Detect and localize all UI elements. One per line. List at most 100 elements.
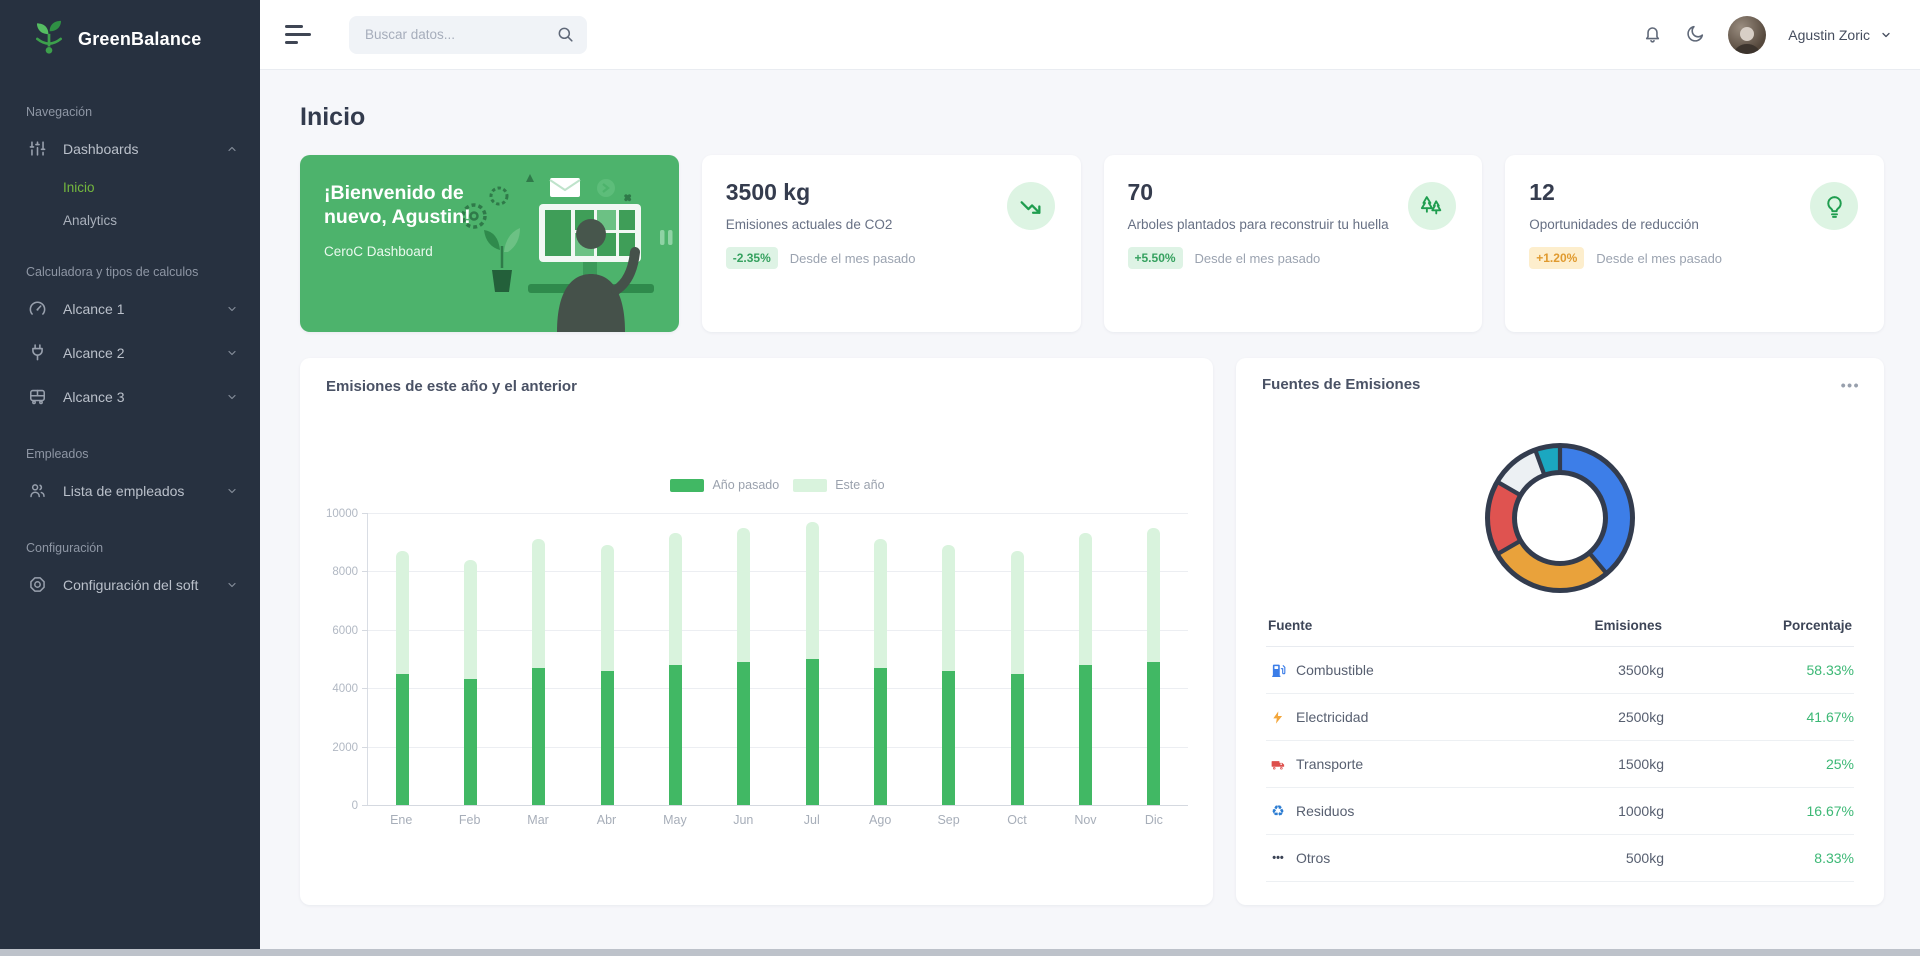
bar-stack <box>464 513 477 805</box>
sidebar-item-analytics[interactable]: Analytics <box>0 204 260 237</box>
dark-mode-toggle[interactable] <box>1685 23 1706 47</box>
source-cell: Transporte <box>1266 756 1465 772</box>
welcome-subtitle: CeroC Dashboard <box>324 244 529 259</box>
truck-icon <box>1268 757 1288 772</box>
sidebar-item-inicio[interactable]: Inicio <box>0 171 260 204</box>
user-name[interactable]: Agustin Zoric <box>1788 27 1870 43</box>
brand-name: GreenBalance <box>78 29 201 50</box>
bar-chart-plot: 0200040006000800010000 <box>367 513 1188 805</box>
bar-segment-ano-pasado <box>1011 674 1024 805</box>
table-row-residuos: ♻Residuos1000kg16.67% <box>1266 788 1854 835</box>
legend-swatch <box>793 479 827 492</box>
bar-segment-este-ano <box>532 539 545 667</box>
percentage-cell: 8.33% <box>1664 850 1854 866</box>
stat-card-emisiones: 3500 kg Emisiones actuales de CO2 -2.35%… <box>702 155 1081 332</box>
menu-toggle-button[interactable] <box>285 25 311 44</box>
source-name: Combustible <box>1296 662 1374 678</box>
emissions-cell: 500kg <box>1465 850 1664 866</box>
search-icon[interactable] <box>556 25 575 44</box>
bars-row <box>368 513 1188 805</box>
source-cell: •••Otros <box>1266 850 1465 866</box>
plug-icon <box>28 343 48 363</box>
sliders-icon <box>28 139 48 159</box>
sidebar-item-label: Alcance 2 <box>63 345 124 361</box>
bar-column <box>641 513 709 805</box>
welcome-text: ¡Bienvenido de nuevo, Agustin! CeroC Das… <box>324 181 529 259</box>
bar-segment-ano-pasado <box>396 674 409 805</box>
nav-section-empleados: Empleados <box>0 419 260 469</box>
bar-segment-este-ano <box>601 545 614 671</box>
bus-icon <box>28 387 48 407</box>
main-content: Inicio ¡Bienvenido de nuevo, Agustin! Ce… <box>260 70 1920 956</box>
x-axis-label: May <box>641 813 709 827</box>
stat-value: 12 <box>1529 179 1555 206</box>
donut-chart <box>1470 428 1650 613</box>
bar-segment-ano-pasado <box>874 668 887 805</box>
avatar[interactable] <box>1728 16 1766 54</box>
sidebar-item-alcance-1[interactable]: Alcance 1 <box>0 287 260 331</box>
sidebar-item-lista-de-empleados[interactable]: Lista de empleados <box>0 469 260 513</box>
bar-chart-x-labels: EneFebMarAbrMayJunJulAgoSepOctNovDic <box>367 813 1188 827</box>
bell-icon <box>1642 23 1663 47</box>
stat-cards-row: ¡Bienvenido de nuevo, Agustin! CeroC Das… <box>300 155 1884 332</box>
sidebar-item-configuracion-del-soft[interactable]: Configuración del soft <box>0 563 260 607</box>
bar-column <box>1051 513 1119 805</box>
emission-sources-panel: Fuentes de Emisiones ••• Fuente Emisione… <box>1236 358 1884 905</box>
panel-header: Fuentes de Emisiones ••• <box>1262 376 1860 393</box>
source-cell: Electricidad <box>1266 709 1465 725</box>
moon-icon <box>1685 23 1706 47</box>
horizontal-scrollbar[interactable] <box>0 949 1920 956</box>
bar-column <box>573 513 641 805</box>
source-name: Otros <box>1296 850 1330 866</box>
delta-badge: +1.20% <box>1529 247 1584 269</box>
lightning-icon <box>1268 710 1288 725</box>
notifications-button[interactable] <box>1642 23 1663 47</box>
search-input[interactable] <box>365 27 556 42</box>
x-axis-label: Dic <box>1120 813 1188 827</box>
emissions-cell: 3500kg <box>1465 662 1664 678</box>
stat-note: Desde el mes pasado <box>790 251 916 266</box>
bar-segment-ano-pasado <box>806 659 819 805</box>
source-cell: ♻Residuos <box>1266 803 1465 819</box>
x-axis-label: Oct <box>983 813 1051 827</box>
legend-item: Año pasado <box>670 478 779 492</box>
sidebar-item-label: Alcance 3 <box>63 389 124 405</box>
legend-label: Año pasado <box>712 478 779 492</box>
stat-card-arboles: 70 Arboles plantados para reconstruir tu… <box>1104 155 1483 332</box>
percentage-cell: 58.33% <box>1664 662 1854 678</box>
bar-stack <box>396 513 409 805</box>
bar-column <box>436 513 504 805</box>
bar-stack <box>669 513 682 805</box>
sidebar-item-dashboards[interactable]: Dashboards <box>0 127 260 171</box>
page-title: Inicio <box>300 103 365 132</box>
stat-value: 3500 kg <box>726 179 810 206</box>
charts-row: Emisiones de este año y el anterior Año … <box>300 358 1884 905</box>
legend-item: Este año <box>793 478 884 492</box>
brand[interactable]: GreenBalance <box>0 0 260 77</box>
emissions-cell: 1500kg <box>1465 756 1664 772</box>
topbar-actions: Agustin Zoric <box>1642 16 1920 54</box>
sidebar: GreenBalance Navegación Dashboards Inici… <box>0 0 260 956</box>
bar-segment-ano-pasado <box>669 665 682 805</box>
sidebar-item-label: Configuración del soft <box>63 577 198 593</box>
sidebar-item-alcance-3[interactable]: Alcance 3 <box>0 375 260 419</box>
chevron-down-icon[interactable] <box>1880 29 1892 41</box>
source-name: Residuos <box>1296 803 1354 819</box>
table-row-combustible: Combustible 3500kg58.33% <box>1266 647 1854 694</box>
stat-note: Desde el mes pasado <box>1195 251 1321 266</box>
bar-column <box>710 513 778 805</box>
bar-segment-este-ano <box>806 522 819 659</box>
lightbulb-icon <box>1810 182 1858 230</box>
stat-value: 70 <box>1128 179 1154 206</box>
sidebar-item-alcance-2[interactable]: Alcance 2 <box>0 331 260 375</box>
donut-segment-residuos <box>1509 463 1540 489</box>
sidebar-item-label: Alcance 1 <box>63 301 124 317</box>
more-options-button[interactable]: ••• <box>1841 378 1860 392</box>
chevron-down-icon <box>226 485 238 497</box>
emissions-cell: 2500kg <box>1465 709 1664 725</box>
gear-icon <box>28 575 48 595</box>
greenbalance-dashboard: GreenBalance Navegación Dashboards Inici… <box>0 0 1920 956</box>
stat-card-oportunidades: 12 Oportunidades de reducción +1.20% Des… <box>1505 155 1884 332</box>
gridline <box>368 805 1188 806</box>
bar-segment-este-ano <box>1011 551 1024 674</box>
